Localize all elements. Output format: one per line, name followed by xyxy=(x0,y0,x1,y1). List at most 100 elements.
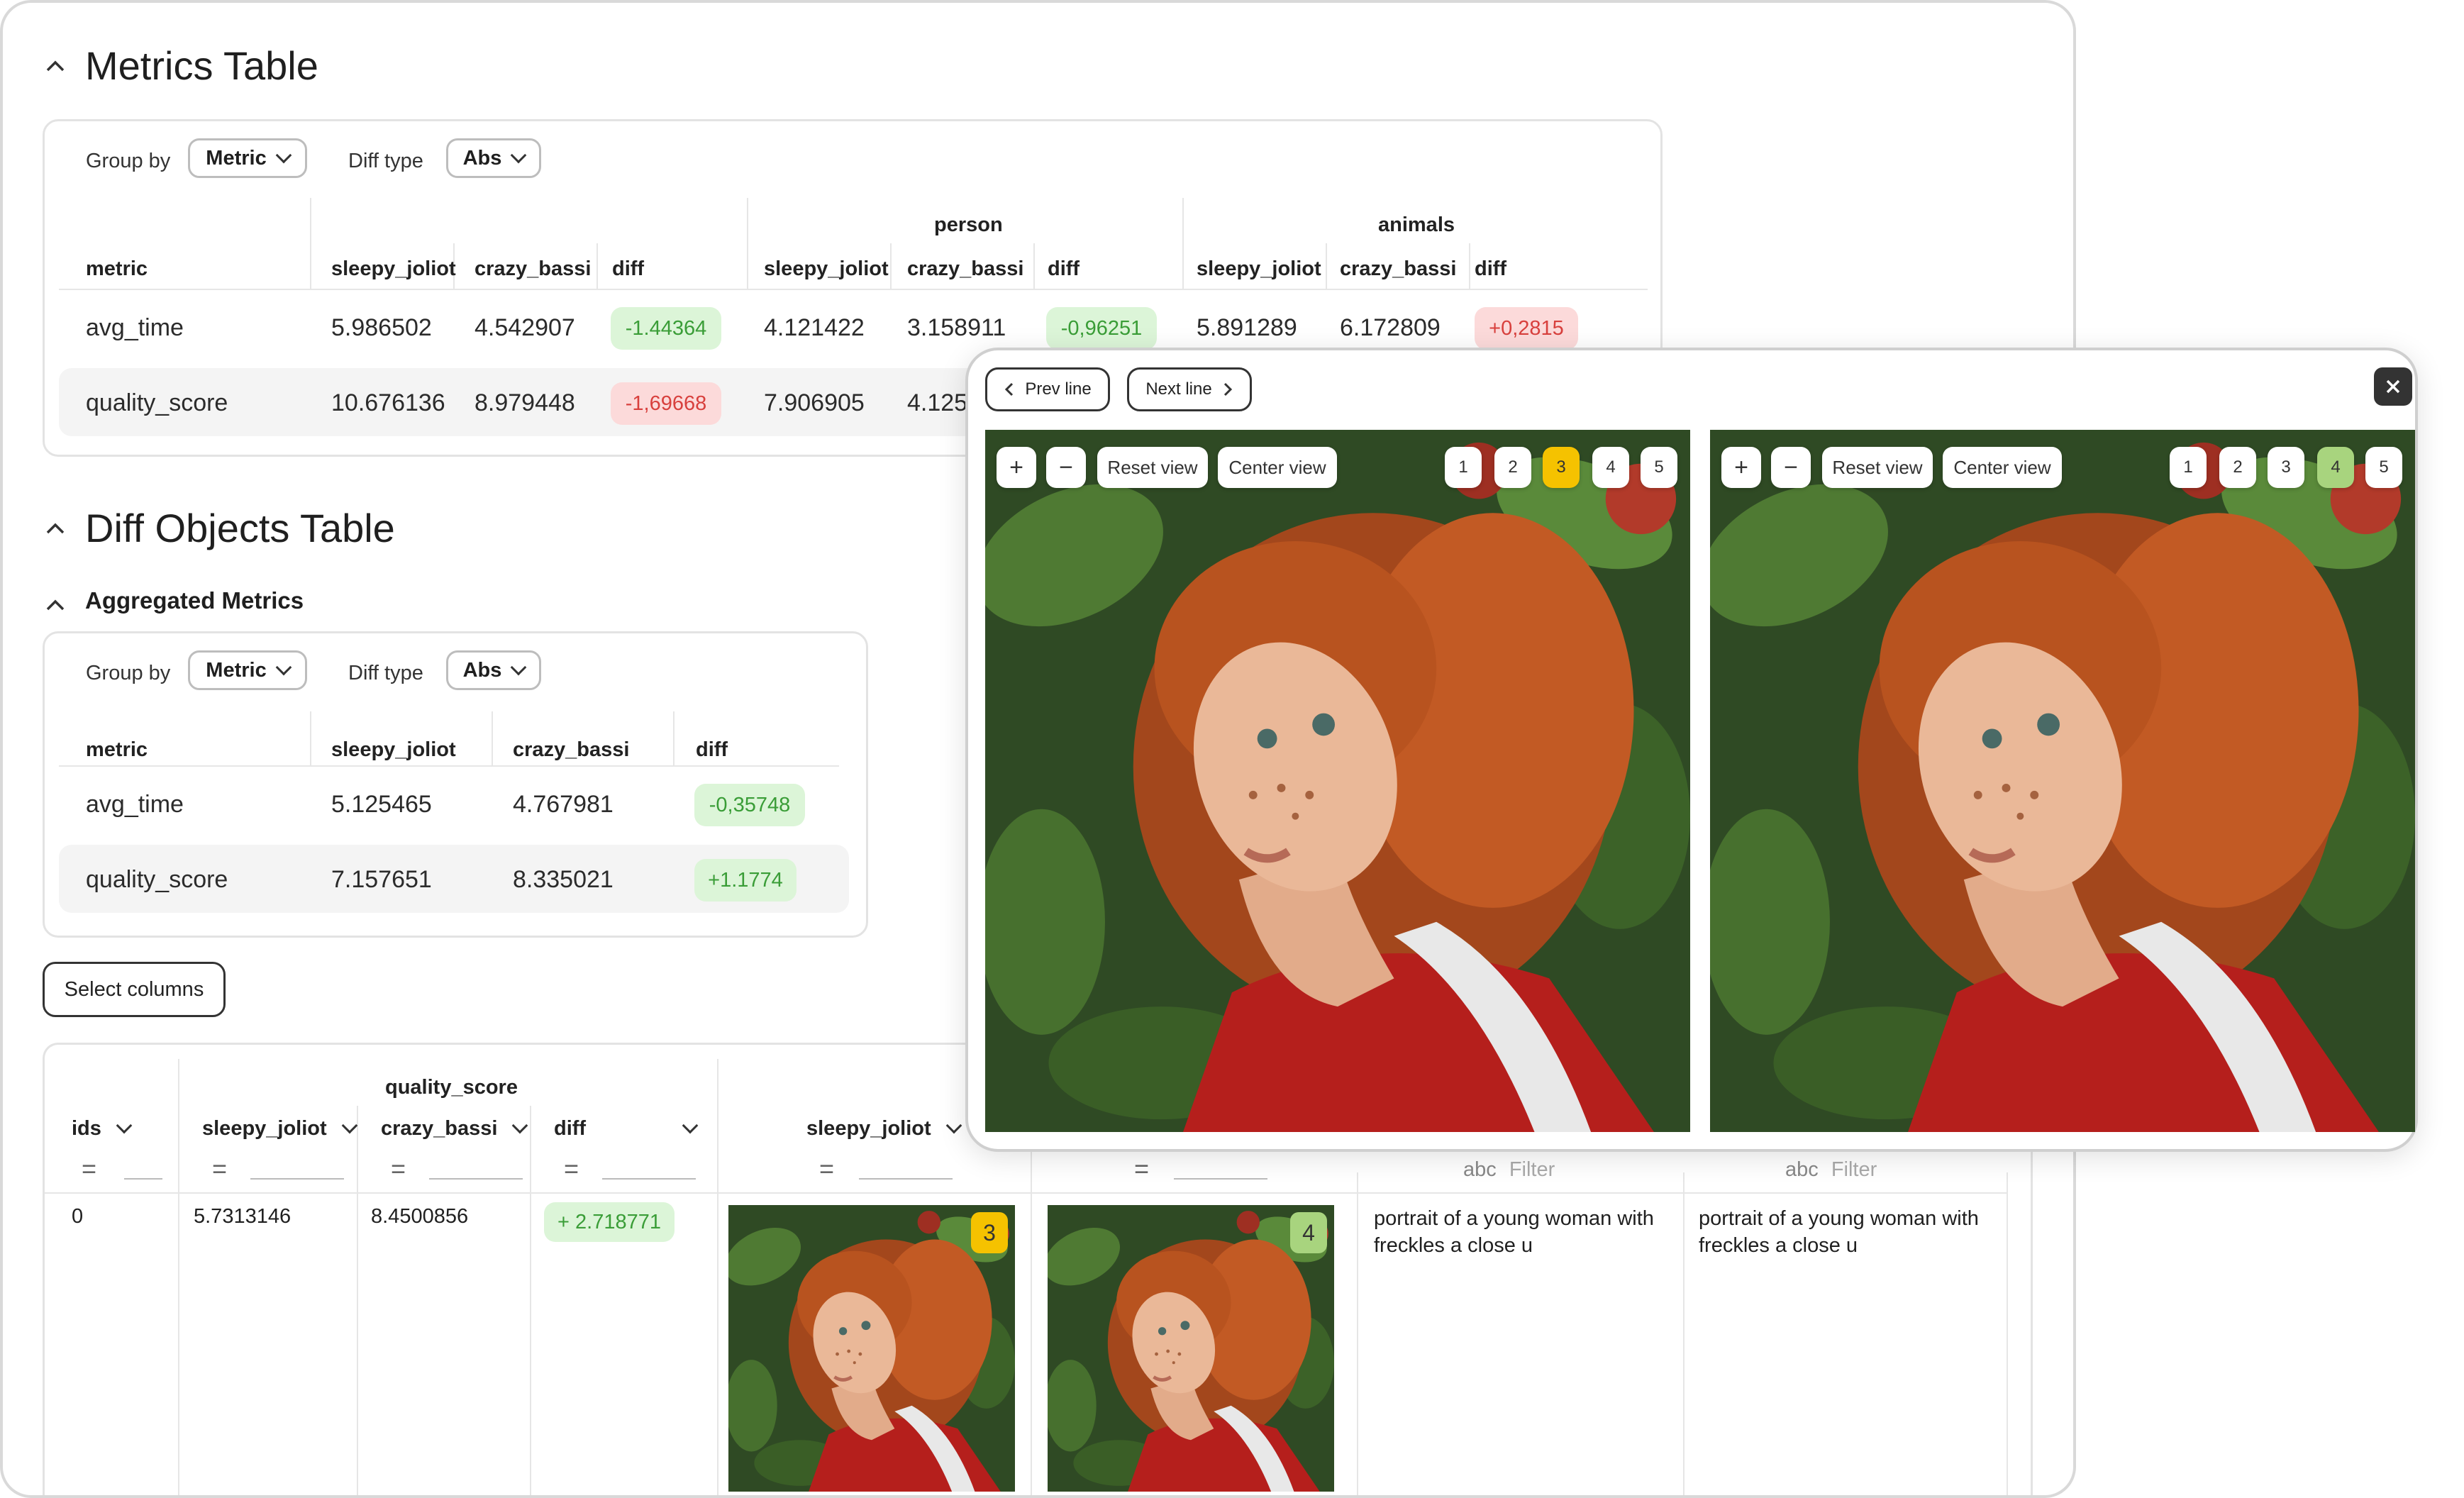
group-by-dropdown[interactable]: Metric xyxy=(188,138,307,178)
filter-equals-icon[interactable]: = xyxy=(1134,1154,1149,1184)
filter-input[interactable] xyxy=(124,1178,162,1180)
reset-view-button[interactable]: Reset view xyxy=(1097,447,1208,488)
col-header-image-sleepy-joliot[interactable]: sleepy_joliot xyxy=(806,1117,962,1141)
chevron-down-icon xyxy=(275,147,292,163)
col-header-label: crazy_bassi xyxy=(381,1117,498,1140)
diff-badge: +0,2815 xyxy=(1475,307,1578,350)
column-divider xyxy=(890,243,892,290)
col-header-metric: metric xyxy=(86,257,148,280)
filter-equals-icon[interactable]: = xyxy=(82,1154,96,1184)
cell-value: 4.125 xyxy=(907,389,968,416)
diff-badge: -0,96251 xyxy=(1046,307,1157,350)
caption-cell: portrait of a young woman with freckles … xyxy=(1699,1207,1979,1257)
page-button[interactable]: 5 xyxy=(1641,447,1677,488)
diff-type-value: Abs xyxy=(462,658,502,682)
page-button-selected[interactable]: 4 xyxy=(2317,447,2354,488)
thumbnail-image-b[interactable]: 4 xyxy=(1048,1205,1334,1492)
diff-type-dropdown[interactable]: Abs xyxy=(446,138,541,178)
diff-badge: -0,35748 xyxy=(694,784,805,826)
page-button-selected[interactable]: 3 xyxy=(1543,447,1580,488)
page-button[interactable]: 1 xyxy=(1445,447,1482,488)
zoom-in-button[interactable]: + xyxy=(1721,447,1761,488)
column-divider xyxy=(530,1106,531,1495)
group-header-quality-score: quality_score xyxy=(385,1076,518,1099)
abc-icon: abc xyxy=(1463,1158,1497,1181)
page-button[interactable]: 2 xyxy=(2219,447,2256,488)
next-line-button[interactable]: Next line xyxy=(1127,367,1252,411)
compare-image-left[interactable]: + − Reset view Center view 1 2 3 4 5 xyxy=(985,430,1690,1132)
col-header-sleepy-joliot: sleepy_joliot xyxy=(331,257,456,280)
filter-input[interactable] xyxy=(429,1178,523,1180)
group-by-dropdown[interactable]: Metric xyxy=(188,650,307,690)
diff-type-value: Abs xyxy=(462,146,502,170)
cell-value: 8.979448 xyxy=(475,389,575,416)
filter-input[interactable] xyxy=(1174,1178,1267,1180)
center-view-button[interactable]: Center view xyxy=(1218,447,1337,488)
col-header-diff: diff xyxy=(1048,257,1080,280)
page-button[interactable]: 2 xyxy=(1494,447,1531,488)
collapse-chevron-icon[interactable] xyxy=(45,592,65,618)
cell-value: 10.676136 xyxy=(331,389,445,416)
diff-objects-title: Diff Objects Table xyxy=(85,506,395,550)
thumbnail-image-a[interactable]: 3 xyxy=(728,1205,1015,1492)
zoom-out-button[interactable]: − xyxy=(1046,447,1086,488)
filter-equals-icon[interactable]: = xyxy=(564,1154,579,1184)
chevron-down-icon xyxy=(116,1117,133,1134)
abc-icon: abc xyxy=(1785,1158,1819,1181)
compare-image-right[interactable]: + − Reset view Center view 1 2 3 4 5 xyxy=(1710,430,2415,1132)
filter-input[interactable] xyxy=(602,1178,696,1180)
column-divider xyxy=(178,1059,179,1495)
page-button[interactable]: 5 xyxy=(2365,447,2402,488)
col-header-sleepy-joliot: sleepy_joliot xyxy=(1197,257,1321,280)
text-filter[interactable]: abc Filter xyxy=(1463,1158,1555,1182)
center-view-button[interactable]: Center view xyxy=(1943,447,2062,488)
page-button[interactable]: 3 xyxy=(2268,447,2304,488)
col-header-metric: metric xyxy=(86,738,148,761)
column-divider xyxy=(1683,1172,1685,1495)
header-divider xyxy=(59,765,839,767)
col-header-diff: diff xyxy=(696,738,728,761)
col-header-diff[interactable]: diff xyxy=(554,1117,699,1141)
filter-input[interactable] xyxy=(859,1178,953,1180)
col-header-ids[interactable]: ids xyxy=(72,1117,133,1141)
cell-id: 0 xyxy=(72,1205,84,1228)
col-header-crazy-bassi[interactable]: crazy_bassi xyxy=(381,1117,528,1141)
prev-line-label: Prev line xyxy=(1025,379,1092,399)
group-by-value: Metric xyxy=(206,146,267,170)
filter-equals-icon[interactable]: = xyxy=(819,1154,834,1184)
cell-value: 4.767981 xyxy=(513,791,614,818)
collapse-chevron-icon[interactable] xyxy=(45,52,65,79)
diff-type-dropdown[interactable]: Abs xyxy=(446,650,541,690)
col-header-label: diff xyxy=(554,1117,587,1140)
column-divider xyxy=(596,243,598,290)
zoom-out-button[interactable]: − xyxy=(1771,447,1811,488)
group-by-label: Group by xyxy=(86,662,171,684)
column-divider xyxy=(310,711,311,765)
close-button[interactable] xyxy=(2374,367,2412,406)
page-button[interactable]: 1 xyxy=(2170,447,2207,488)
reset-view-button[interactable]: Reset view xyxy=(1822,447,1933,488)
diff-badge: +1.1774 xyxy=(694,859,797,901)
col-header-label: sleepy_joliot xyxy=(202,1117,327,1140)
filter-input[interactable] xyxy=(250,1178,344,1180)
group-by-value: Metric xyxy=(206,658,267,682)
filter-equals-icon[interactable]: = xyxy=(391,1154,406,1184)
diff-type-label: Diff type xyxy=(348,662,423,684)
filter-equals-icon[interactable]: = xyxy=(212,1154,227,1184)
cell-metric: quality_score xyxy=(86,866,228,893)
chevron-down-icon xyxy=(341,1117,357,1134)
diff-badge: + 2.718771 xyxy=(544,1202,675,1242)
cell-metric: avg_time xyxy=(86,791,184,818)
column-divider xyxy=(1033,243,1035,290)
image-compare-modal: Prev line Next line + − Reset view Cente… xyxy=(965,348,2418,1152)
column-divider xyxy=(310,198,311,290)
chevron-down-icon xyxy=(511,659,527,675)
select-columns-button[interactable]: Select columns xyxy=(43,962,226,1017)
page-button[interactable]: 4 xyxy=(1592,447,1629,488)
zoom-in-button[interactable]: + xyxy=(997,447,1036,488)
prev-line-button[interactable]: Prev line xyxy=(985,367,1110,411)
text-filter[interactable]: abc Filter xyxy=(1785,1158,1877,1182)
cell-metric: quality_score xyxy=(86,389,228,416)
collapse-chevron-icon[interactable] xyxy=(45,515,65,541)
col-header-sleepy-joliot[interactable]: sleepy_joliot xyxy=(202,1117,357,1141)
